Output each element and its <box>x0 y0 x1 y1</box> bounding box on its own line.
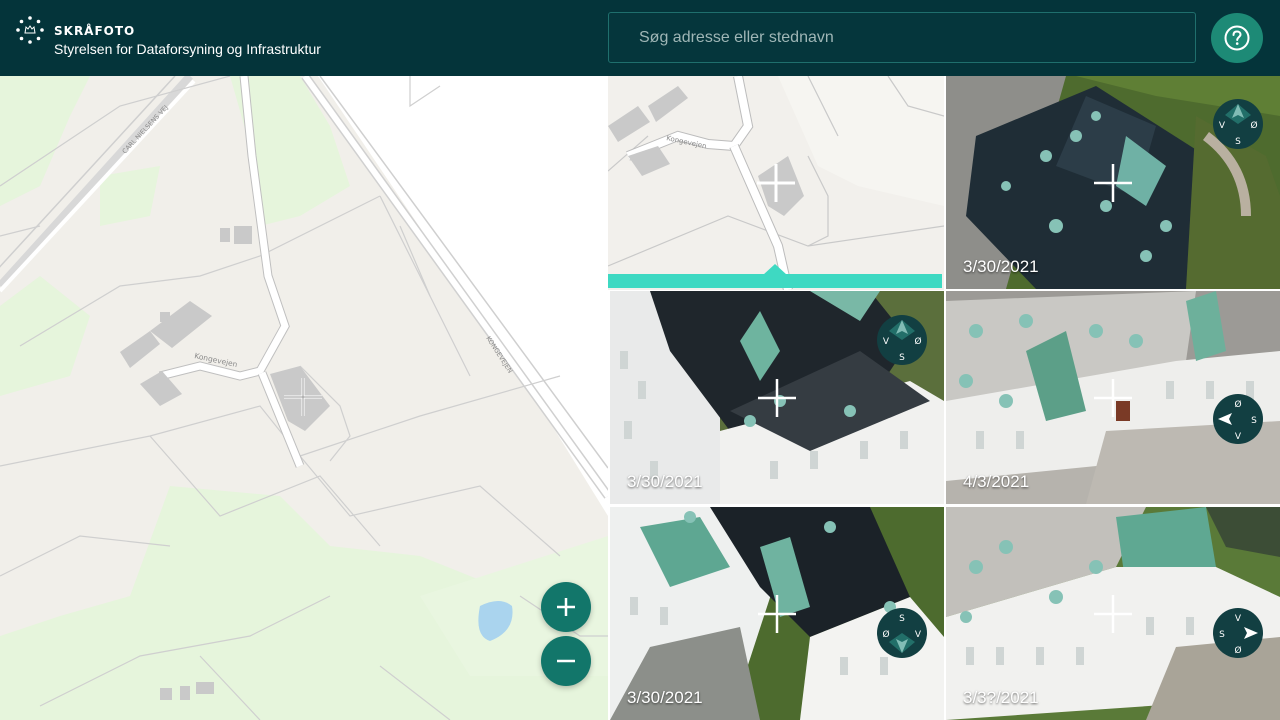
compass-south-label: S <box>1235 137 1241 147</box>
compass-north-label: Ø <box>1234 399 1241 410</box>
compass-west-label: V <box>1219 121 1226 131</box>
active-tile-pointer <box>763 264 787 275</box>
zoom-in-button[interactable] <box>541 582 591 632</box>
crown-dots-icon <box>16 16 44 44</box>
compass-icon[interactable]: V S Ø <box>1212 607 1264 659</box>
crosshair-icon <box>1094 594 1132 633</box>
compass-icon[interactable]: V Ø S <box>1212 98 1264 150</box>
crosshair-icon <box>757 164 795 202</box>
compass-west-label: V <box>883 337 890 347</box>
zoom-out-button[interactable] <box>541 636 591 686</box>
search-input[interactable] <box>609 13 1195 62</box>
photo-date: 3/3?/2021 <box>963 688 1039 707</box>
help-button[interactable] <box>1211 13 1263 63</box>
question-icon <box>1224 25 1250 51</box>
compass-east-label: Ø <box>914 336 921 347</box>
compass-south-label: V <box>1235 432 1242 442</box>
compass-icon[interactable]: Ø V S <box>1212 393 1264 445</box>
compass-east-label: V <box>915 630 922 640</box>
compass-south-label: Ø <box>1234 645 1241 656</box>
oblique-photo-grid: Kongevejen V Ø S 3/30/2021 V Ø S 3/30/20… <box>608 76 1280 720</box>
compass-icon[interactable]: V Ø S <box>876 314 928 366</box>
photo-date: 3/30/2021 <box>627 472 703 491</box>
photo-date: 3/30/2021 <box>963 257 1039 276</box>
photo-date: 3/30/2021 <box>627 688 703 707</box>
photo-tile[interactable]: S Ø V 3/30/2021 <box>610 507 944 720</box>
organization-name: Styrelsen for Dataforsyning og Infrastru… <box>54 41 321 57</box>
compass-east-label: Ø <box>1250 120 1257 131</box>
compass-south-label: S <box>899 353 905 363</box>
photo-tile[interactable]: V Ø S 3/30/2021 <box>610 291 944 504</box>
compass-north-label: S <box>899 614 905 624</box>
plus-icon <box>557 598 575 616</box>
compass-icon[interactable]: S Ø V <box>876 607 928 659</box>
compass-north-label: V <box>1235 614 1242 624</box>
photo-tile[interactable]: V Ø S 3/30/2021 <box>946 76 1280 289</box>
crosshair-icon <box>1094 378 1132 417</box>
map-preview-tile[interactable]: Kongevejen <box>608 76 944 290</box>
photo-tile[interactable]: V S Ø 3/3?/2021 <box>946 507 1280 720</box>
compass-west-label: Ø <box>882 629 889 640</box>
map-canvas[interactable]: CARL NIELSENS VEJ Kongevejen KONGEVEJEN <box>0 76 608 720</box>
app-brand: SKRÅFOTO <box>54 24 136 38</box>
map-view[interactable]: CARL NIELSENS VEJ Kongevejen KONGEVEJEN <box>0 76 608 720</box>
photo-date: 4/3/2021 <box>963 472 1030 491</box>
compass-east-label: S <box>1251 416 1257 426</box>
photo-tile[interactable]: Ø V S 4/3/2021 <box>946 291 1280 504</box>
crosshair-icon <box>758 378 796 417</box>
crosshair-icon <box>758 594 796 633</box>
minus-icon <box>557 659 575 663</box>
active-tile-indicator <box>608 274 942 288</box>
crosshair-icon <box>1094 163 1132 202</box>
compass-west-label: S <box>1219 630 1225 640</box>
search-box[interactable] <box>608 12 1196 63</box>
